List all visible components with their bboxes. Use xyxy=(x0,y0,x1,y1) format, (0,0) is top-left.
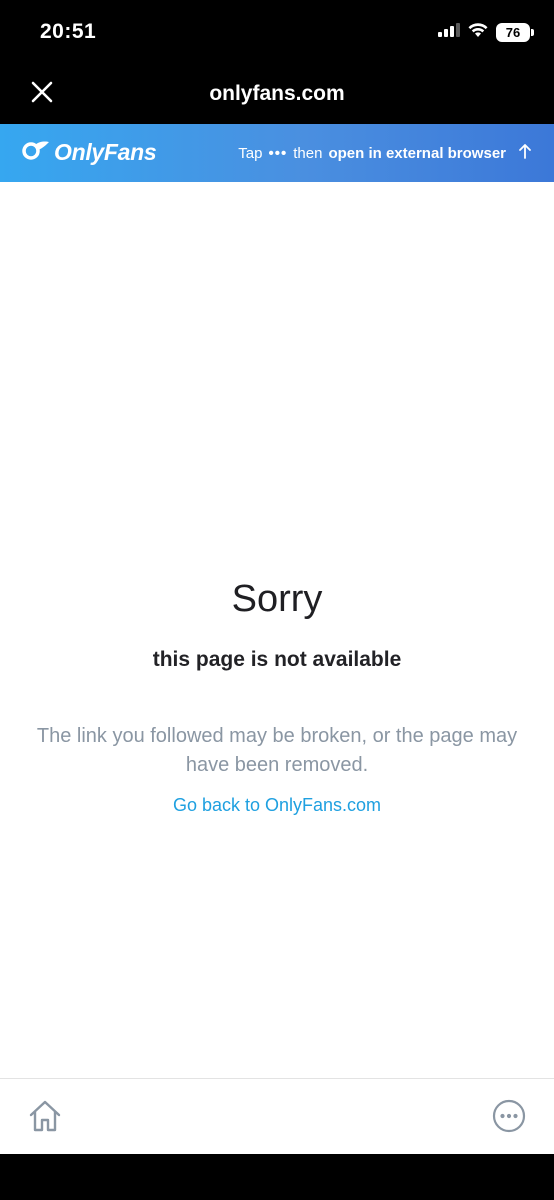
status-icons: 76 xyxy=(438,22,534,43)
home-icon xyxy=(26,1100,64,1139)
go-back-link[interactable]: Go back to OnlyFans.com xyxy=(0,795,554,816)
in-app-browser-bar: onlyfans.com xyxy=(0,62,554,124)
hint-prefix: Tap xyxy=(238,144,263,162)
onlyfans-logo: OnlyFans xyxy=(22,139,157,166)
onlyfans-logo-icon xyxy=(22,139,50,166)
logo-text: OnlyFans xyxy=(54,139,157,165)
open-external-banner[interactable]: OnlyFans Tap ••• then open in external b… xyxy=(0,124,554,182)
bottom-toolbar xyxy=(0,1078,554,1154)
status-bar: 20:51 76 xyxy=(0,0,554,62)
hint-middle: then xyxy=(293,144,323,162)
banner-hint: Tap ••• then open in external browser xyxy=(238,143,532,163)
home-button[interactable] xyxy=(26,1097,64,1140)
more-dots-icon: ••• xyxy=(268,144,288,162)
battery-icon: 76 xyxy=(496,23,534,42)
wifi-icon xyxy=(467,22,489,43)
cellular-signal-icon xyxy=(438,23,460,42)
hint-action: open in external browser xyxy=(328,144,506,162)
home-indicator-area xyxy=(0,1154,554,1200)
error-page-content: Sorry this page is not available The lin… xyxy=(0,182,554,1078)
error-subtitle: this page is not available xyxy=(152,648,402,671)
error-title: Sorry xyxy=(231,578,323,620)
status-time: 20:51 xyxy=(40,20,97,43)
more-icon xyxy=(492,1099,526,1137)
arrow-up-icon xyxy=(518,143,532,163)
more-options-button[interactable] xyxy=(492,1099,526,1138)
error-description: The link you followed may be broken, or … xyxy=(36,725,518,776)
page-url-title: onlyfans.com xyxy=(209,82,345,105)
